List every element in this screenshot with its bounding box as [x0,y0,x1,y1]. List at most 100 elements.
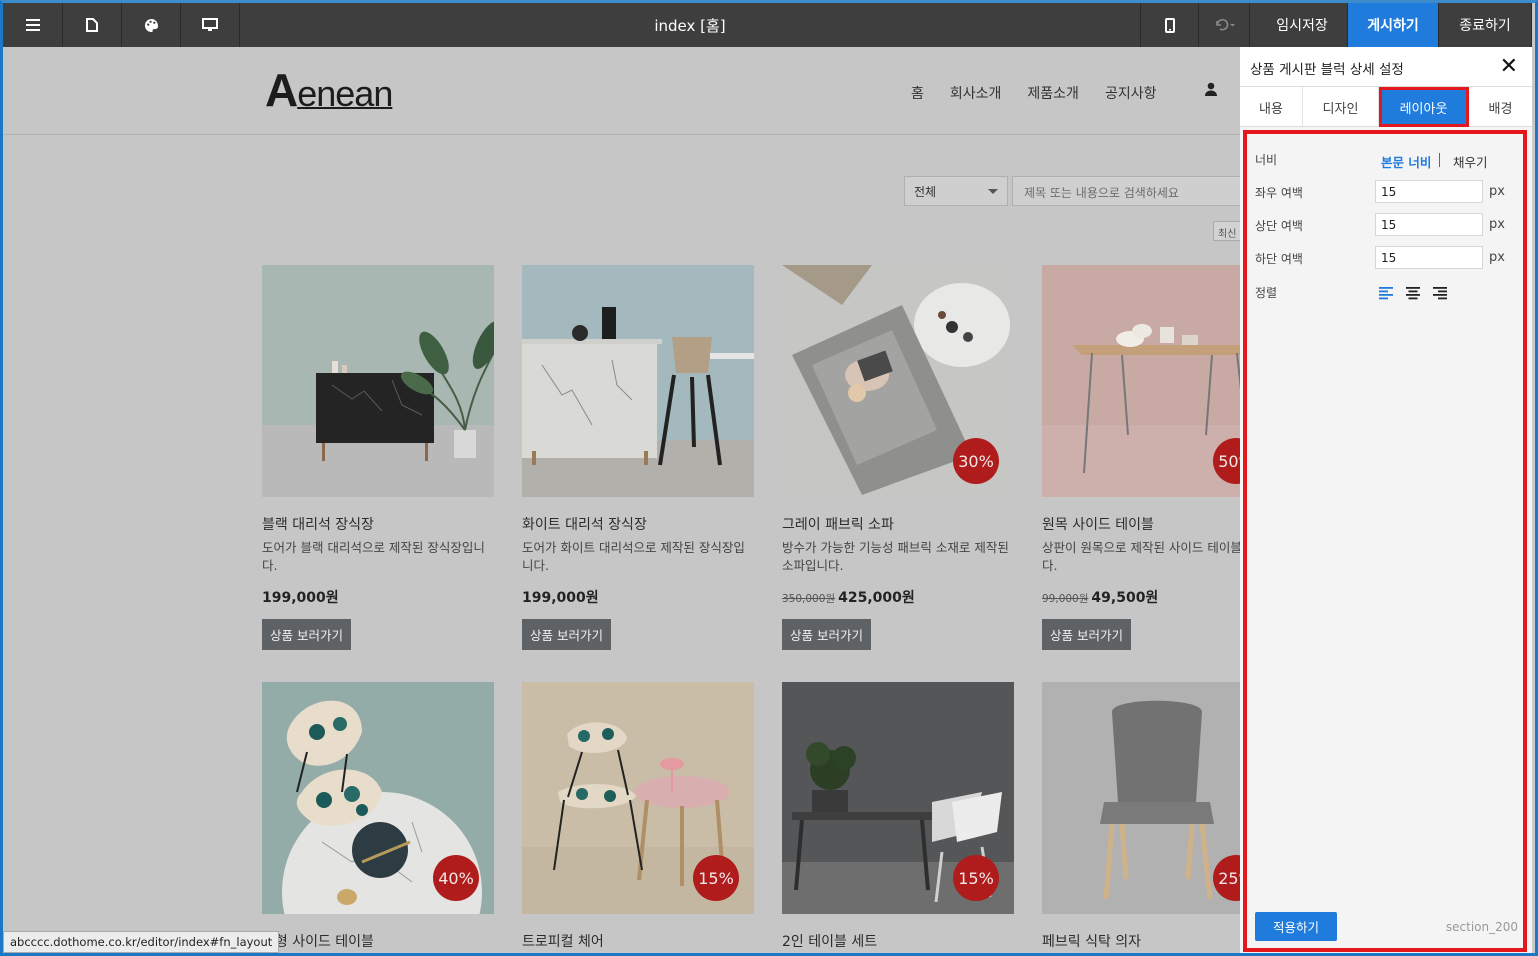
product-image[interactable] [262,265,494,497]
status-bar-url: abcccc.dothome.co.kr/editor/index#fn_lay… [3,931,280,953]
bottom-margin-input[interactable]: 15 [1375,246,1483,269]
product-price: 350,000원 425,000원 [782,587,1014,607]
site-nav: 홈 회사소개 제품소개 공지사항 [911,83,1156,103]
original-price: 99,000원 [1042,593,1089,605]
price-value: 425,000원 [838,590,915,606]
theme-button[interactable] [122,3,181,47]
apply-button[interactable]: 적용하기 [1255,912,1337,941]
nav-about[interactable]: 회사소개 [950,83,1002,103]
editor-toolbar: index [홈] 임시저장 게시하기 종료하기 [3,3,1532,47]
product-image[interactable]: 30% [782,265,1014,497]
save-temp-button[interactable]: 임시저장 [1257,3,1348,47]
product-image[interactable]: 40% [262,682,494,914]
product-price: 199,000원 [522,587,754,607]
tab-content[interactable]: 내용 [1240,87,1303,127]
top-margin-label: 상단 여백 [1255,219,1303,233]
view-product-button[interactable]: 상품 보러가기 [1042,619,1131,650]
product-name[interactable]: 그레이 패브릭 소파 [782,514,1014,534]
page-title: index [홈] [654,16,726,35]
site-logo[interactable]: Aenean [265,63,393,117]
product-image[interactable]: 50% [1042,265,1240,497]
lr-margin-input[interactable]: 15 [1375,180,1483,203]
search-category-value: 전체 [914,185,937,199]
search-category-select[interactable]: 전체 [904,176,1008,206]
product-description: 방수가 가능한 기능성 패브릭 소재로 제작된 소파입니다. [782,540,1009,573]
desktop-view-button[interactable] [181,3,240,47]
view-product-button[interactable]: 상품 보러가기 [782,619,871,650]
publish-button[interactable]: 게시하기 [1348,3,1439,47]
original-price: 350,000원 [782,593,836,605]
product-card[interactable]: 25% 페브릭 식탁 의자 [1042,682,1240,951]
top-margin-input[interactable]: 15 [1375,213,1483,236]
bottom-margin-label: 하단 여백 [1255,252,1303,266]
layout-settings: 너비 본문 너비 채우기 좌우 여백 15 px 상단 여백 15 px 하단 … [1243,130,1527,952]
palette-icon [144,18,158,32]
hamburger-icon [25,19,40,31]
option-divider [1439,153,1440,167]
width-label: 너비 [1255,153,1278,167]
discount-badge: 15% [953,855,999,901]
undo-icon [1216,18,1235,31]
top-margin-unit: px [1489,217,1505,232]
product-image[interactable]: 15% [782,682,1014,914]
page-button[interactable] [63,3,122,47]
close-icon[interactable]: ✕ [1500,56,1518,78]
panel-title: 상품 게시판 블럭 상세 설정 [1250,62,1404,78]
search-input[interactable]: 제목 또는 내용으로 검색하세요 [1012,176,1240,206]
product-card[interactable]: 50% 원목 사이드 테이블 상판이 원목으로 제작된 사이드 테이블입니다. … [1042,265,1240,650]
block-settings-panel: 상품 게시판 블럭 상세 설정 ✕ 내용 디자인 레이아웃 배경 너비 본문 너… [1240,47,1532,953]
align-left-icon[interactable] [1379,286,1393,300]
align-label: 정렬 [1255,286,1278,300]
product-card[interactable]: 30% 그레이 패브릭 소파 방수가 가능한 기능성 패브릭 소재로 제작된 소… [782,265,1014,650]
align-right-icon[interactable] [1433,286,1447,300]
product-image[interactable]: 25% [1042,682,1240,914]
product-description: 도어가 화이트 대리석으로 제작된 장식장입니다. [522,540,745,573]
product-name[interactable]: 페브릭 식탁 의자 [1042,931,1240,951]
nav-notice[interactable]: 공지사항 [1105,83,1157,103]
lr-margin-label: 좌우 여백 [1255,186,1303,200]
discount-badge: 30% [953,438,999,484]
chevron-down-icon [988,189,998,194]
document-icon [86,18,98,32]
product-card[interactable]: 블랙 대리석 장식장 도어가 블랙 대리석으로 제작된 장식장입니다. 199,… [262,265,494,650]
exit-button[interactable]: 종료하기 [1439,3,1532,47]
panel-header: 상품 게시판 블럭 상세 설정 ✕ [1240,47,1532,87]
nav-home[interactable]: 홈 [911,83,924,103]
align-center-icon[interactable] [1406,286,1420,300]
product-name[interactable]: 원목 사이드 테이블 [1042,514,1240,534]
product-name[interactable]: 원형 사이드 테이블 [262,931,494,951]
logo-rest: enean [297,73,393,114]
product-card[interactable]: 화이트 대리석 장식장 도어가 화이트 대리석으로 제작된 장식장입니다. 19… [522,265,754,650]
product-card[interactable]: 15% 트로피컬 체어 [522,682,754,951]
view-product-button[interactable]: 상품 보러가기 [262,619,351,650]
product-name[interactable]: 트로피컬 체어 [522,931,754,951]
product-name[interactable]: 2인 테이블 세트 [782,931,1014,951]
nav-products[interactable]: 제품소개 [1027,83,1079,103]
site-header: Aenean 홈 회사소개 제품소개 공지사항 [3,47,1240,135]
product-card[interactable]: 15% 2인 테이블 세트 [782,682,1014,951]
product-image[interactable] [522,265,754,497]
product-name[interactable]: 블랙 대리석 장식장 [262,514,494,534]
product-price: 199,000원 [262,587,494,607]
view-product-button[interactable]: 상품 보러가기 [522,619,611,650]
user-icon[interactable] [1203,81,1219,97]
width-option-content[interactable]: 본문 너비 [1381,152,1431,171]
product-price: 99,000원 49,500원 [1042,587,1240,607]
mobile-icon [1164,17,1175,33]
mobile-view-button[interactable] [1140,3,1199,47]
tab-layout[interactable]: 레이아웃 [1379,87,1469,127]
product-card[interactable]: 40% 원형 사이드 테이블 [262,682,494,951]
discount-badge: 15% [693,855,739,901]
tab-design[interactable]: 디자인 [1303,87,1379,127]
product-description: 도어가 블랙 대리석으로 제작된 장식장입니다. [262,540,485,573]
width-option-fill[interactable]: 채우기 [1453,152,1488,171]
undo-button[interactable] [1199,3,1250,47]
product-image[interactable]: 15% [522,682,754,914]
panel-tabs: 내용 디자인 레이아웃 배경 [1240,87,1532,127]
section-id: section_200 [1445,920,1518,934]
logo-initial: A [265,64,298,116]
menu-button[interactable] [3,3,63,47]
product-name[interactable]: 화이트 대리석 장식장 [522,514,754,534]
tab-background[interactable]: 배경 [1469,87,1532,127]
sort-button[interactable]: 최신 [1213,221,1240,241]
